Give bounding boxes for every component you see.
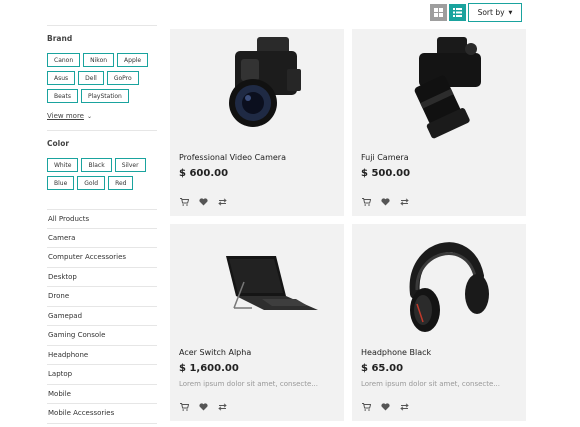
color-tag-silver[interactable]: Silver [114, 158, 146, 172]
category-laptop[interactable]: Laptop [47, 365, 157, 385]
heart-icon[interactable] [380, 197, 390, 207]
product-card[interactable]: Headphone Black $ 65.00 Lorem ipsum dolo… [352, 224, 526, 421]
color-tag-gold[interactable]: Gold [77, 176, 106, 190]
product-name[interactable]: Acer Switch Alpha [179, 348, 251, 357]
product-actions [361, 402, 409, 412]
cart-icon[interactable] [361, 197, 371, 207]
sort-by-label: Sort by [477, 8, 505, 17]
product-image[interactable] [170, 224, 344, 342]
list-icon [453, 8, 462, 17]
brand-tag-canon[interactable]: Canon [47, 53, 81, 67]
compare-icon[interactable] [399, 402, 409, 412]
brand-filter-title: Brand [47, 34, 73, 43]
brand-tags: Canon Nikon Apple Asus Dell GoPro Beats … [47, 53, 157, 103]
category-camera[interactable]: Camera [47, 229, 157, 248]
product-name[interactable]: Professional Video Camera [179, 153, 286, 162]
headphones-icon [409, 242, 489, 332]
heart-icon[interactable] [380, 402, 390, 412]
product-image[interactable] [352, 224, 526, 342]
sort-by-dropdown[interactable]: Sort by ▼ [468, 3, 522, 22]
cart-icon[interactable] [179, 402, 189, 412]
view-more-label: View more [47, 112, 84, 120]
category-drone[interactable]: Drone [47, 287, 157, 307]
dslr-camera-icon [229, 37, 301, 127]
color-tag-black[interactable]: Black [81, 158, 112, 172]
category-mobile-accessories[interactable]: Mobile Accessories [47, 404, 157, 424]
chevron-down-icon: ⌄ [86, 112, 92, 120]
category-computer-accessories[interactable]: Computer Accessories [47, 248, 157, 268]
brand-tag-gopro[interactable]: GoPro [106, 71, 139, 85]
brand-tag-playstation[interactable]: PlayStation [80, 89, 129, 103]
tablet-laptop-icon [226, 256, 318, 310]
mirrorless-camera-icon [414, 37, 481, 139]
product-description: Lorem ipsum dolor sit amet, consecte... [361, 380, 500, 388]
heart-icon[interactable] [198, 197, 208, 207]
color-tag-blue[interactable]: Blue [47, 176, 75, 190]
product-name[interactable]: Headphone Black [361, 348, 431, 357]
product-card[interactable]: Professional Video Camera $ 600.00 [170, 29, 344, 216]
cart-icon[interactable] [361, 402, 371, 412]
category-mobile[interactable]: Mobile [47, 385, 157, 404]
grid-view-button[interactable] [430, 4, 447, 21]
compare-icon[interactable] [217, 402, 227, 412]
compare-icon[interactable] [399, 197, 409, 207]
category-desktop[interactable]: Desktop [47, 268, 157, 287]
category-gamepad[interactable]: Gamepad [47, 307, 157, 326]
view-toggle [430, 4, 466, 21]
color-filter-title: Color [47, 139, 70, 148]
brand-tag-dell[interactable]: Dell [78, 71, 104, 85]
brand-tag-nikon[interactable]: Nikon [83, 53, 115, 67]
brand-tag-apple[interactable]: Apple [117, 53, 149, 67]
caret-down-icon: ▼ [508, 9, 513, 16]
product-price: $ 600.00 [179, 168, 229, 179]
color-tags: White Black Silver Blue Gold Red [47, 158, 157, 190]
product-card[interactable]: Fuji Camera $ 500.00 [352, 29, 526, 216]
product-description: Lorem ipsum dolor sit amet, consecte... [179, 380, 318, 388]
brand-tag-beats[interactable]: Beats [47, 89, 78, 103]
divider [47, 130, 157, 131]
product-price: $ 500.00 [361, 168, 411, 179]
category-gaming-console[interactable]: Gaming Console [47, 326, 157, 346]
list-view-button[interactable] [449, 4, 466, 21]
product-card[interactable]: Acer Switch Alpha $ 1,600.00 Lorem ipsum… [170, 224, 344, 421]
category-headphone[interactable]: Headphone [47, 346, 157, 365]
product-price: $ 1,600.00 [179, 363, 239, 374]
category-all-products[interactable]: All Products [47, 209, 157, 229]
divider [47, 25, 157, 26]
product-image[interactable] [170, 29, 344, 147]
product-actions [179, 402, 227, 412]
product-actions [179, 197, 227, 207]
view-more-link[interactable]: View more ⌄ [47, 112, 92, 120]
product-image[interactable] [352, 29, 526, 147]
compare-icon[interactable] [217, 197, 227, 207]
category-list: All Products Camera Computer Accessories… [47, 209, 157, 424]
grid-icon [434, 8, 443, 17]
product-name[interactable]: Fuji Camera [361, 153, 409, 162]
heart-icon[interactable] [198, 402, 208, 412]
brand-tag-asus[interactable]: Asus [47, 71, 76, 85]
cart-icon[interactable] [179, 197, 189, 207]
color-tag-white[interactable]: White [47, 158, 79, 172]
product-price: $ 65.00 [361, 363, 404, 374]
product-actions [361, 197, 409, 207]
color-tag-red[interactable]: Red [108, 176, 134, 190]
